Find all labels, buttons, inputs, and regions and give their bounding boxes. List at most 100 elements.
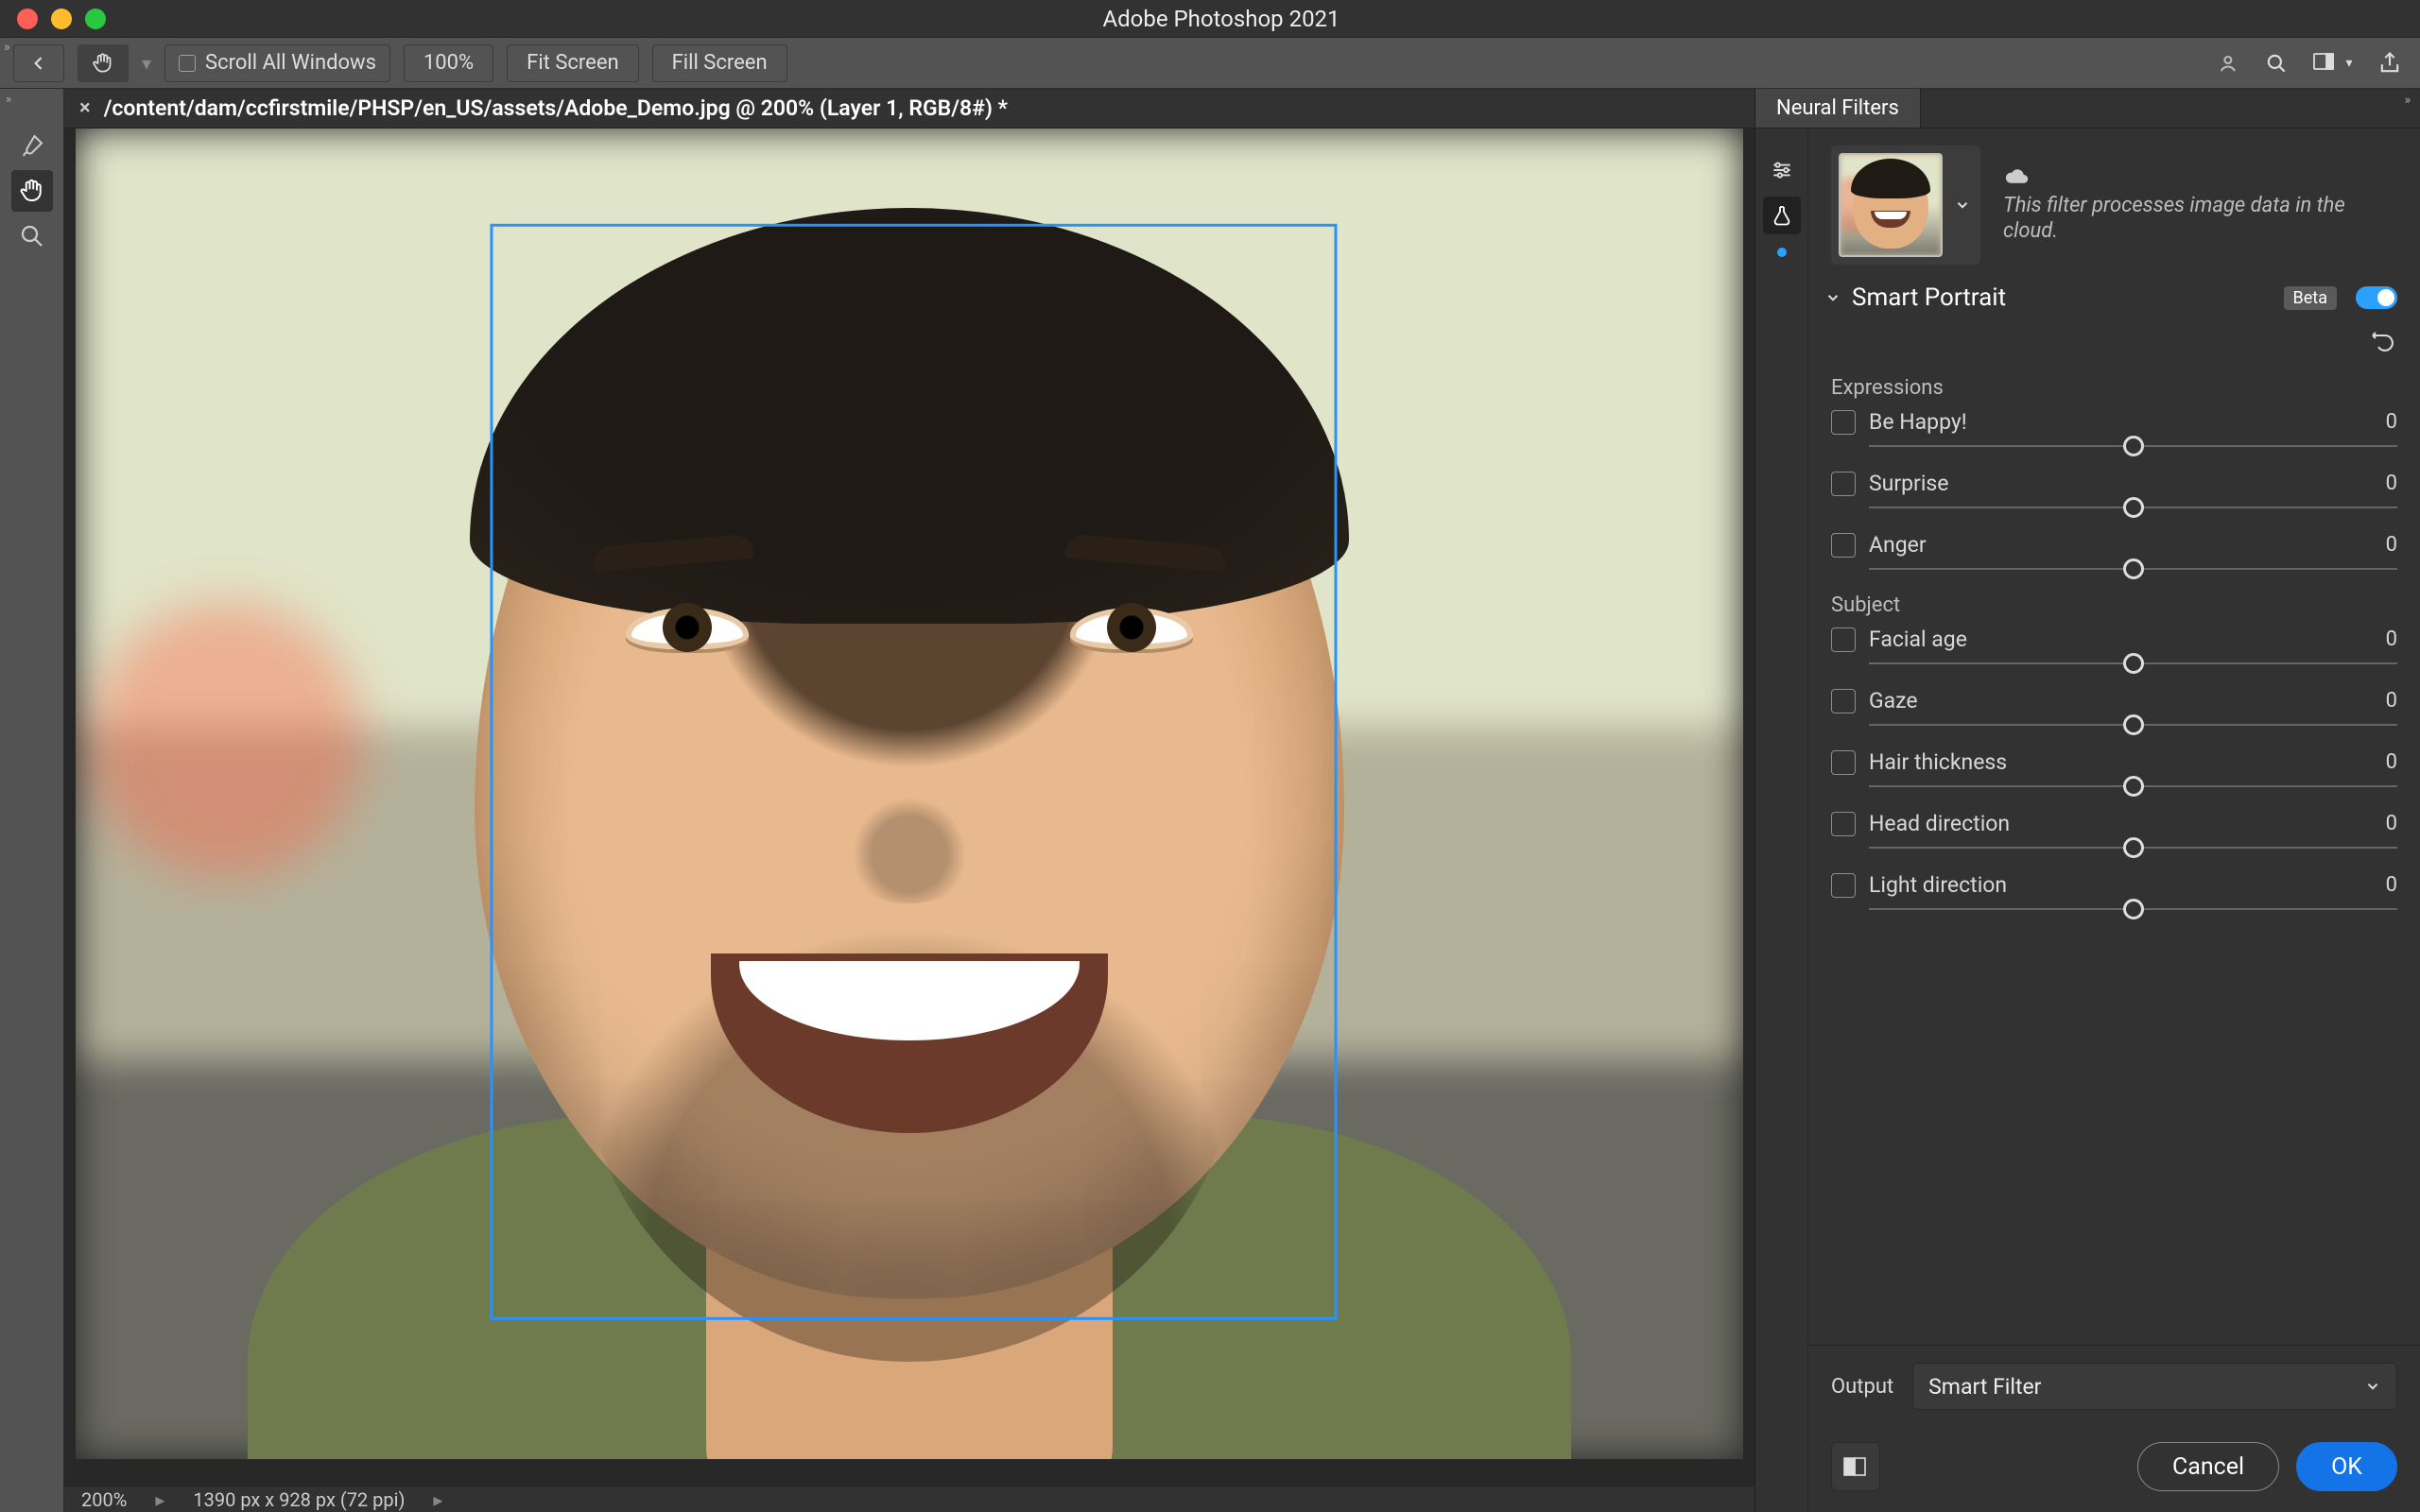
share-button[interactable] bbox=[2373, 46, 2407, 80]
slider-track[interactable] bbox=[1869, 721, 2397, 729]
magnifier-icon bbox=[18, 222, 46, 250]
filter-section-header[interactable]: Smart Portrait Beta bbox=[1808, 274, 2420, 319]
document-tab[interactable]: × /content/dam/ccfirstmile/PHSP/en_US/as… bbox=[79, 89, 1008, 128]
slider-group-title: Expressions bbox=[1831, 376, 2397, 400]
zoom-tool[interactable] bbox=[11, 215, 53, 257]
status-dimensions[interactable]: 1390 px x 928 px (72 ppi) bbox=[193, 1488, 405, 1511]
slider-label: Gaze bbox=[1869, 688, 2373, 713]
slider-item: Anger0 bbox=[1831, 532, 2397, 573]
zoom-percent-button[interactable]: 100% bbox=[404, 44, 493, 82]
slider-checkbox[interactable] bbox=[1831, 750, 1856, 775]
close-tab-icon[interactable]: × bbox=[79, 96, 91, 120]
slider-value: 0 bbox=[2386, 812, 2397, 835]
slider-value: 0 bbox=[2386, 410, 2397, 434]
dock-handle-icon[interactable]: » bbox=[2404, 93, 2411, 108]
scroll-all-windows-label: Scroll All Windows bbox=[205, 51, 376, 75]
slider-value: 0 bbox=[2386, 689, 2397, 713]
slider-label: Hair thickness bbox=[1869, 749, 2373, 775]
slider-track[interactable] bbox=[1869, 660, 2397, 667]
slider-track[interactable] bbox=[1869, 905, 2397, 913]
face-thumbnail bbox=[1839, 153, 1943, 257]
account-button[interactable] bbox=[2212, 46, 2246, 80]
cancel-button[interactable]: Cancel bbox=[2137, 1442, 2279, 1491]
dock-handle-icon[interactable]: » bbox=[4, 40, 10, 55]
beta-badge: Beta bbox=[2284, 286, 2337, 310]
hand-icon bbox=[18, 177, 46, 205]
minimize-window-icon[interactable] bbox=[51, 9, 72, 29]
ok-button[interactable]: OK bbox=[2296, 1442, 2397, 1491]
filter-rail-indicator-dot bbox=[1777, 248, 1787, 257]
filter-rail-beta[interactable] bbox=[1763, 197, 1801, 234]
slider-thumb[interactable] bbox=[2123, 653, 2144, 674]
back-button[interactable] bbox=[13, 44, 64, 82]
canvas[interactable] bbox=[76, 129, 1743, 1459]
slider-label: Facial age bbox=[1869, 627, 2373, 652]
filter-enable-toggle[interactable] bbox=[2356, 286, 2397, 309]
filter-options-scroll[interactable]: ExpressionsBe Happy!0Surprise0Anger0Subj… bbox=[1808, 359, 2420, 1345]
filter-rail-sliders[interactable] bbox=[1763, 151, 1801, 189]
filter-category-rail bbox=[1755, 129, 1808, 1512]
neural-filters-tab[interactable]: Neural Filters bbox=[1755, 89, 1921, 128]
window-controls bbox=[17, 9, 106, 29]
dock-handle-icon[interactable]: » bbox=[6, 93, 11, 107]
fill-screen-label: Fill Screen bbox=[672, 51, 768, 75]
fill-screen-button[interactable]: Fill Screen bbox=[652, 44, 787, 82]
slider-checkbox[interactable] bbox=[1831, 689, 1856, 713]
slider-thumb[interactable] bbox=[2123, 776, 2144, 797]
workspace-switcher[interactable]: ▾ bbox=[2307, 46, 2360, 80]
slider-label: Anger bbox=[1869, 532, 2373, 558]
reset-filter-button[interactable] bbox=[2369, 331, 2397, 353]
slider-thumb[interactable] bbox=[2123, 497, 2144, 518]
slider-track[interactable] bbox=[1869, 565, 2397, 573]
slider-label: Surprise bbox=[1869, 471, 2373, 496]
slider-checkbox[interactable] bbox=[1831, 812, 1856, 836]
current-tool-indicator[interactable] bbox=[78, 44, 129, 82]
slider-item: Head direction0 bbox=[1831, 811, 2397, 851]
hand-icon bbox=[91, 51, 115, 76]
share-icon bbox=[2377, 50, 2403, 77]
slider-checkbox[interactable] bbox=[1831, 410, 1856, 435]
slider-track[interactable] bbox=[1869, 782, 2397, 790]
layer-preview-toggle[interactable] bbox=[1831, 1442, 1880, 1491]
face-selector[interactable] bbox=[1831, 146, 1980, 265]
cloud-note-text: This filter processes image data in the … bbox=[2003, 193, 2353, 245]
slider-checkbox[interactable] bbox=[1831, 472, 1856, 496]
document-image bbox=[76, 129, 1743, 1459]
cloud-processing-note: This filter processes image data in the … bbox=[1988, 166, 2353, 245]
titlebar[interactable]: Adobe Photoshop 2021 bbox=[0, 0, 2420, 38]
brush-icon bbox=[18, 131, 46, 160]
fit-screen-label: Fit Screen bbox=[527, 51, 618, 75]
document-tab-title: /content/dam/ccfirstmile/PHSP/en_US/asse… bbox=[104, 95, 1008, 121]
search-button[interactable] bbox=[2259, 46, 2293, 80]
slider-thumb[interactable] bbox=[2123, 436, 2144, 456]
slider-checkbox[interactable] bbox=[1831, 873, 1856, 898]
app-title: Adobe Photoshop 2021 bbox=[106, 6, 2337, 32]
slider-thumb[interactable] bbox=[2123, 714, 2144, 735]
slider-track[interactable] bbox=[1869, 504, 2397, 511]
output-combo[interactable]: Smart Filter bbox=[1912, 1363, 2397, 1410]
maximize-window-icon[interactable] bbox=[85, 9, 106, 29]
chevron-down-icon bbox=[2364, 1378, 2381, 1395]
before-after-icon bbox=[1842, 1455, 1869, 1478]
slider-thumb[interactable] bbox=[2123, 558, 2144, 579]
brush-tool[interactable] bbox=[11, 125, 53, 166]
slider-track[interactable] bbox=[1869, 442, 2397, 450]
scroll-all-windows-checkbox[interactable]: Scroll All Windows bbox=[164, 44, 390, 82]
slider-thumb[interactable] bbox=[2123, 837, 2144, 858]
options-bar: » ▾ Scroll All Windows 100% Fit Screen F… bbox=[0, 38, 2420, 89]
slider-thumb[interactable] bbox=[2123, 899, 2144, 919]
zoom-percent-label: 100% bbox=[424, 51, 474, 75]
status-zoom[interactable]: 200% bbox=[81, 1488, 127, 1511]
slider-checkbox[interactable] bbox=[1831, 533, 1856, 558]
close-window-icon[interactable] bbox=[17, 9, 38, 29]
slider-track[interactable] bbox=[1869, 844, 2397, 851]
fit-screen-button[interactable]: Fit Screen bbox=[507, 44, 638, 82]
tool-palette: » bbox=[0, 89, 64, 1512]
slider-checkbox[interactable] bbox=[1831, 627, 1856, 652]
slider-value: 0 bbox=[2386, 750, 2397, 774]
slider-value: 0 bbox=[2386, 873, 2397, 897]
cancel-button-label: Cancel bbox=[2172, 1453, 2244, 1481]
hand-tool[interactable] bbox=[11, 170, 53, 212]
slider-group-title: Subject bbox=[1831, 593, 2397, 617]
slider-item: Be Happy!0 bbox=[1831, 409, 2397, 450]
